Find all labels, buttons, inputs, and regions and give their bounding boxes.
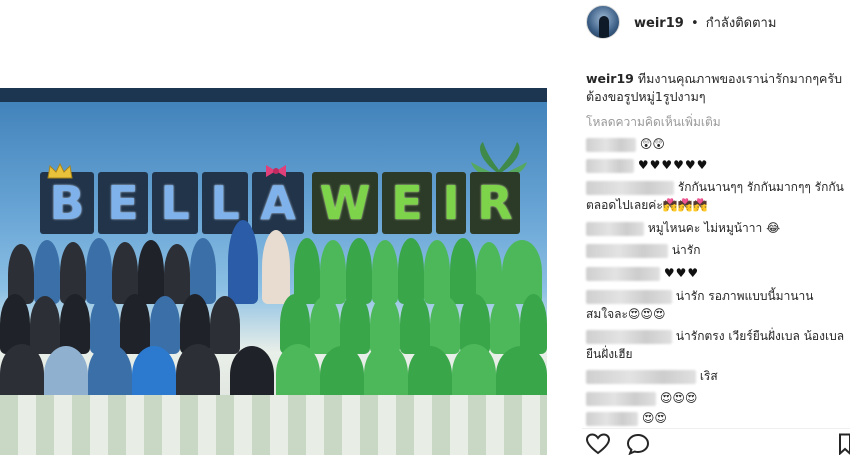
comment-icon[interactable] xyxy=(626,433,650,455)
sign-letter: A xyxy=(252,172,304,234)
comment-item: ♥♥♥♥♥♥ xyxy=(586,156,848,174)
comment-text: หมูไหนคะ ไม่หมูน้าาา 😂 xyxy=(647,221,781,235)
avatar[interactable] xyxy=(586,5,620,39)
comment-text: น่ารัก xyxy=(671,243,701,257)
sign-letter: W xyxy=(312,172,378,234)
comment-item: เริส xyxy=(586,367,848,385)
blurred-username xyxy=(586,289,672,304)
blurred-username xyxy=(586,266,660,281)
blurred-username xyxy=(586,391,656,406)
separator-dot: • xyxy=(690,15,699,31)
comment-text: รักกันนานๆๆ รักกันมากๆๆ รักกัน xyxy=(677,180,844,194)
follow-status-button[interactable]: กำลังติดตาม xyxy=(706,16,777,31)
action-bar xyxy=(582,428,850,455)
post-photo[interactable]: B E L L A W E I R xyxy=(0,88,547,455)
blurred-username xyxy=(586,243,668,258)
group-crowd xyxy=(0,220,547,404)
photo-floor xyxy=(0,395,547,455)
comment-text: 😲😲 xyxy=(639,137,665,151)
blurred-username xyxy=(586,137,636,152)
comment-item: 😍😍😍 xyxy=(586,389,848,407)
comment-text: เริส xyxy=(699,369,718,383)
comment-text: ♥♥♥♥♥♥ xyxy=(637,158,709,172)
post-header: weir19 • กำลังติดตาม xyxy=(586,4,776,40)
sign-letter: E xyxy=(98,172,148,234)
comment-text: 😍😍 xyxy=(641,411,667,425)
comment-item: น่ารัก xyxy=(586,241,848,259)
comment-item: น่ารักตรง เวียร์ยืนฝั่งเบล น้องเบล xyxy=(586,327,848,345)
comment-item: 😲😲 xyxy=(586,135,848,153)
comment-text: 😍😍😍 xyxy=(659,391,698,405)
blurred-username xyxy=(586,158,634,173)
bow-icon xyxy=(266,165,286,177)
comment-item: ♥♥♥ xyxy=(586,264,848,282)
blurred-username xyxy=(586,411,638,426)
photo-ceiling xyxy=(0,88,547,102)
comment-text: น่ารัก รอภาพแบบนี้มานาน xyxy=(675,289,814,303)
comment-item: น่ารัก รอภาพแบบนี้มานาน xyxy=(586,287,848,305)
comment-continuation: สมใจละ😍😍😍 xyxy=(586,307,666,321)
blurred-username xyxy=(586,369,696,384)
blurred-username xyxy=(586,221,644,236)
load-more-comments-button[interactable]: โหลดความคิดเห็นเพิ่มเติม xyxy=(586,113,721,132)
bella-weir-sign: B E L L A W E I R xyxy=(40,172,520,236)
caption-username[interactable]: weir19 xyxy=(586,71,634,86)
sign-letter: L xyxy=(152,172,198,234)
post-side-panel: weir19 • กำลังติดตาม weir19 ทีมงานคุณภาพข… xyxy=(578,0,850,455)
comment-text: น่ารักตรง เวียร์ยืนฝั่งเบล น้องเบล xyxy=(675,329,845,343)
comment-item: รักกันนานๆๆ รักกันมากๆๆ รักกัน xyxy=(586,178,848,196)
header-text: weir19 • กำลังติดตาม xyxy=(634,12,776,33)
bookmark-icon[interactable] xyxy=(838,433,850,455)
blurred-username xyxy=(586,180,674,195)
username-link[interactable]: weir19 xyxy=(634,16,684,31)
comment-continuation: ยืนฝั่งเฮีย xyxy=(586,347,633,361)
crown-icon xyxy=(47,162,73,179)
comment-continuation: ตลอดไปเลยค่ะ💏💏💏 xyxy=(586,198,708,212)
comment-item: หมูไหนคะ ไม่หมูน้าาา 😂 xyxy=(586,219,848,237)
heart-icon[interactable] xyxy=(586,433,610,455)
post-caption: weir19 ทีมงานคุณภาพของเราน่ารักมากๆครับ ต… xyxy=(586,70,848,106)
comment-text: ♥♥♥ xyxy=(663,266,700,280)
blurred-username xyxy=(586,329,672,344)
sign-letter: E xyxy=(382,172,432,234)
comment-item: 😍😍 xyxy=(586,409,848,427)
sign-letter: I xyxy=(436,172,466,234)
sign-letter: R xyxy=(470,172,520,234)
sign-letter: B xyxy=(40,172,94,234)
